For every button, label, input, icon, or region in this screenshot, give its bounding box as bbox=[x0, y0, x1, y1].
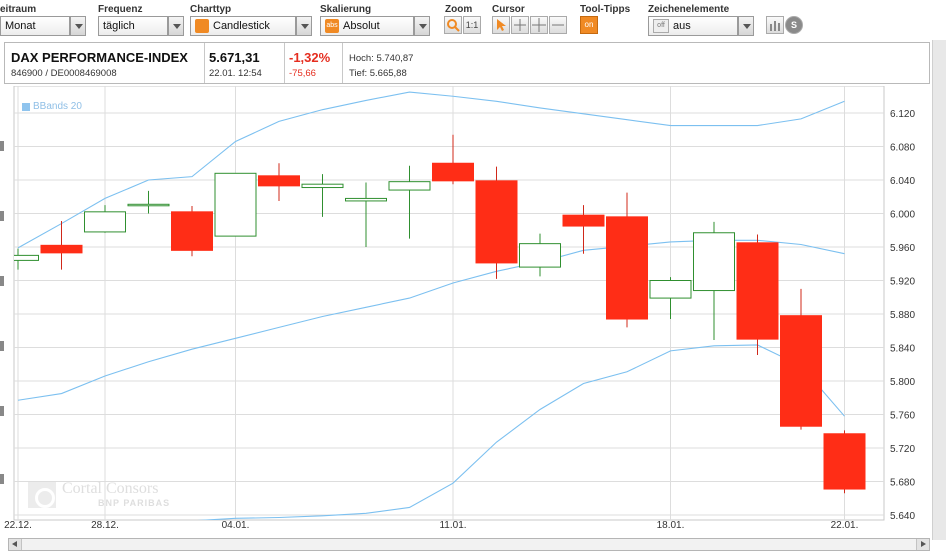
zeichen-label: Zeichenelemente bbox=[648, 4, 730, 15]
zeichen-chevron-down-icon[interactable] bbox=[738, 16, 754, 36]
absolute-scale-icon: abs bbox=[325, 19, 339, 33]
settings-icon[interactable]: S bbox=[785, 16, 803, 34]
y-tick-label: 5.880 bbox=[890, 310, 915, 321]
zeichen-select[interactable]: off aus bbox=[648, 16, 738, 36]
y-tick-label: 6.080 bbox=[890, 143, 915, 154]
frequenz-label: Frequenz bbox=[98, 4, 143, 15]
zeitraum-label: eitraum bbox=[0, 4, 37, 15]
quote-price-cell: 5.671,31 22.01. 12:54 bbox=[205, 43, 285, 83]
y-tick-label: 5.960 bbox=[890, 243, 915, 254]
charttyp-chevron-down-icon[interactable] bbox=[296, 16, 312, 36]
skalierung-select[interactable]: abs Absolut bbox=[320, 16, 414, 36]
skalierung-value: Absolut bbox=[343, 20, 380, 32]
x-tick-label: 28.12. bbox=[91, 520, 119, 531]
chart-area[interactable]: 6.120 6.080 6.040 6.000 5.960 5.920 5.880 5.840… bbox=[0, 86, 946, 538]
candle-body bbox=[432, 162, 474, 182]
y-tick-label: 5.840 bbox=[890, 344, 915, 355]
change-percent: -1,32% bbox=[289, 50, 331, 65]
toolbar: eitraum Monat Frequenz täglich Charttyp … bbox=[0, 0, 946, 40]
zoom-reset-button[interactable]: 1:1 bbox=[463, 16, 481, 34]
legend-label: BBands 20 bbox=[33, 101, 82, 112]
candle-body bbox=[345, 197, 387, 202]
tooltips-toggle[interactable]: on bbox=[580, 16, 598, 34]
y-tick-label: 5.680 bbox=[890, 478, 915, 489]
zeitraum-select[interactable]: Monat bbox=[0, 16, 70, 36]
last-price: 5.671,31 bbox=[209, 50, 260, 65]
quote-datetime: 22.01. 12:54 bbox=[209, 68, 262, 79]
y-tick-label: 6.120 bbox=[890, 109, 915, 120]
x-tick-label: 22.01. bbox=[831, 520, 859, 531]
x-tick-label: 04.01. bbox=[222, 520, 250, 531]
skalierung-chevron-down-icon[interactable] bbox=[414, 16, 430, 36]
skalierung-label: Skalierung bbox=[320, 4, 372, 15]
candle-body bbox=[14, 254, 39, 261]
quote-range-cell: Hoch: 5.740,87 Tief: 5.665,88 bbox=[343, 43, 453, 83]
candle-body bbox=[214, 172, 257, 237]
day-high: Hoch: 5.740,87 bbox=[349, 53, 414, 64]
y-tick-label: 5.800 bbox=[890, 377, 915, 388]
charttyp-label: Charttyp bbox=[190, 4, 232, 15]
candlestick-chart[interactable]: 6.120 6.080 6.040 6.000 5.960 5.920 5.880 5.840… bbox=[0, 86, 946, 538]
candle-body bbox=[84, 211, 126, 233]
tooltips-label: Tool-Tipps bbox=[580, 4, 631, 15]
candle-body bbox=[606, 216, 648, 320]
candle-body bbox=[127, 203, 170, 207]
quote-name-cell: DAX PERFORMANCE-INDEX 846900 / DE0008469… bbox=[5, 43, 205, 83]
scroll-right-icon[interactable] bbox=[916, 539, 929, 550]
y-tick-label: 6.040 bbox=[890, 176, 915, 187]
zeichen-value: aus bbox=[673, 20, 691, 32]
candle-body bbox=[171, 211, 213, 251]
candle-body bbox=[388, 181, 431, 191]
watermark-name: Cortal Consors bbox=[62, 480, 159, 497]
candle-body bbox=[301, 183, 344, 189]
x-tick-label: 22.12. bbox=[4, 520, 32, 531]
candle-body bbox=[519, 243, 561, 268]
candle-body bbox=[693, 232, 735, 292]
zoom-magnifier-icon[interactable] bbox=[444, 16, 462, 34]
candle-body bbox=[736, 242, 779, 340]
cursor-arrow-icon[interactable] bbox=[492, 16, 510, 34]
legend-swatch bbox=[22, 103, 30, 111]
index-name: DAX PERFORMANCE-INDEX bbox=[11, 50, 188, 65]
y-tick-label: 6.000 bbox=[890, 210, 915, 221]
index-isin: 846900 / DE0008469008 bbox=[11, 68, 117, 79]
cursor-horizontal-icon[interactable] bbox=[549, 16, 567, 34]
charttyp-select[interactable]: Candlestick bbox=[190, 16, 296, 36]
change-absolute: -75,66 bbox=[289, 68, 316, 79]
y-tick-label: 5.720 bbox=[890, 444, 915, 455]
candlestick-icon bbox=[195, 19, 209, 33]
candle-body bbox=[823, 433, 866, 490]
watermark-sub: BNP PARIBAS bbox=[98, 498, 171, 508]
watermark-logo-icon bbox=[28, 482, 56, 508]
candle-body bbox=[258, 175, 300, 187]
candle-body bbox=[780, 315, 822, 427]
frequenz-select[interactable]: täglich bbox=[98, 16, 168, 36]
y-tick-label: 5.920 bbox=[890, 277, 915, 288]
day-low: Tief: 5.665,88 bbox=[349, 68, 407, 79]
frequenz-chevron-down-icon[interactable] bbox=[168, 16, 184, 36]
quote-change-cell: -1,32% -75,66 bbox=[285, 43, 343, 83]
bar-chart-icon[interactable] bbox=[766, 16, 784, 34]
candle-body bbox=[562, 214, 605, 227]
y-tick-label: 5.640 bbox=[890, 511, 915, 522]
zeichen-off-toggle: off bbox=[653, 19, 669, 33]
y-tick-label: 5.760 bbox=[890, 411, 915, 422]
candle-body bbox=[40, 244, 83, 254]
zoom-label: Zoom bbox=[445, 4, 473, 15]
candle-body bbox=[475, 180, 518, 264]
horizontal-scrollbar[interactable] bbox=[8, 538, 930, 551]
charttyp-value: Candlestick bbox=[213, 20, 270, 32]
quote-header: DAX PERFORMANCE-INDEX 846900 / DE0008469… bbox=[4, 42, 930, 84]
x-tick-label: 11.01. bbox=[439, 520, 466, 531]
x-tick-label: 18.01. bbox=[657, 520, 685, 531]
candle-body bbox=[649, 280, 692, 299]
zeitraum-chevron-down-icon[interactable] bbox=[70, 16, 86, 36]
cursor-crosshair-full-icon[interactable] bbox=[530, 16, 548, 34]
cursor-label: Cursor bbox=[492, 4, 525, 15]
right-edge-panel bbox=[932, 40, 946, 540]
cursor-crosshair-icon[interactable] bbox=[511, 16, 529, 34]
scroll-left-icon[interactable] bbox=[9, 539, 22, 550]
